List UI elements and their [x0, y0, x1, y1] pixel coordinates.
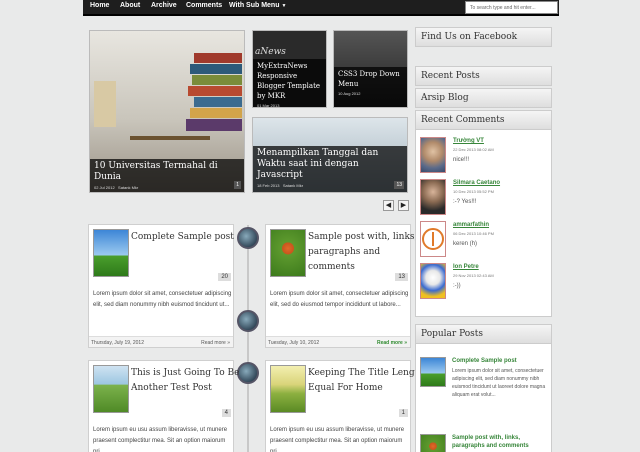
- commenter-name[interactable]: Ion Petre: [453, 264, 479, 270]
- slide-author: Satank Mkr: [282, 183, 304, 188]
- slider-prev-button[interactable]: ◀: [383, 200, 394, 211]
- comment-item: Ion Petre 29 Nov 2013 02:43 AM :-)): [420, 263, 548, 307]
- comment-date: 22 Dec 2013 08:02 AM: [453, 147, 494, 152]
- slide-meta: 18 Feb 2013 Satank Mkr: [257, 183, 403, 188]
- comment-text: keren (h): [453, 241, 478, 247]
- post-title[interactable]: Keeping The Title Length Equal For Home: [308, 366, 428, 396]
- widget-title[interactable]: Recent Posts: [416, 67, 551, 86]
- post-comment-count[interactable]: 1: [398, 409, 408, 417]
- slider-main[interactable]: 10 Universitas Termahal di Dunia 02 Jul …: [89, 30, 245, 193]
- slide-title: Menampilkan Tanggal dan Waktu saat ini d…: [257, 148, 379, 180]
- top-navigation: Home About Archive Comments With Sub Men…: [83, 0, 559, 16]
- slide-date: 02 Jul 2012: [94, 185, 115, 190]
- post-thumbnail[interactable]: [93, 365, 129, 413]
- nav-archive[interactable]: Archive: [151, 2, 177, 9]
- post-excerpt: Lorem ipsum eu usu assum liberavisse, ut…: [93, 427, 228, 452]
- popular-post-title[interactable]: Complete Sample post: [452, 357, 548, 365]
- post-title[interactable]: This is Just Going To Be Another Test Po…: [131, 366, 251, 396]
- comment-date: 29 Nov 2013 02:43 AM: [453, 273, 494, 278]
- avatar[interactable]: [420, 221, 446, 257]
- avatar[interactable]: [420, 137, 446, 173]
- nav-with-sub-menu[interactable]: With Sub Menu ▼: [229, 2, 286, 9]
- post-card: Keeping The Title Length Equal For Home …: [265, 360, 424, 452]
- post-date: Thursday, July 19, 2012: [91, 340, 144, 346]
- comment-text: nice!!!: [453, 157, 470, 163]
- post-comment-count[interactable]: 13: [395, 273, 408, 281]
- popular-post-item: Sample post with, links, paragraphs and …: [420, 434, 548, 452]
- widget-title[interactable]: Recent Comments: [416, 111, 551, 130]
- slider-next-button[interactable]: ▶: [398, 200, 409, 211]
- popular-post-thumbnail[interactable]: [420, 434, 446, 452]
- caret-down-icon: ▼: [281, 3, 287, 9]
- post-card: Complete Sample post 20 Lorem ipsum dolo…: [88, 224, 234, 348]
- read-more-link[interactable]: Read more »: [377, 340, 407, 346]
- post-excerpt: Lorem ipsum eu usu assum liberavisse, ut…: [270, 427, 405, 452]
- widget-recent-posts: Recent Posts: [415, 66, 552, 86]
- widget-popular-posts: Popular Posts Complete Sample post Lorem…: [415, 324, 552, 452]
- slide-date: 10 Aug 2012: [338, 91, 361, 96]
- search-input[interactable]: To search type and hit enter...: [465, 1, 558, 14]
- post-excerpt: Lorem ipsum dolor sit amet, consectetuer…: [93, 291, 232, 308]
- popular-post-title[interactable]: Sample post with, links, paragraphs and …: [452, 434, 548, 450]
- slide-brand: aNews: [255, 47, 286, 57]
- widget-title[interactable]: Find Us on Facebook: [416, 28, 551, 47]
- user-default-icon: [422, 228, 444, 250]
- slide-date: 18 Feb 2013: [257, 183, 280, 188]
- post-date: Tuesday, July 10, 2012: [268, 340, 320, 346]
- comment-date: 10 Dec 2013 05:52 PM: [453, 189, 494, 194]
- post-card: This is Just Going To Be Another Test Po…: [88, 360, 239, 452]
- widget-archive: Arsip Blog: [415, 88, 552, 108]
- nav-home[interactable]: Home: [90, 2, 109, 9]
- comment-item: Trường VT 22 Dec 2013 08:02 AM nice!!!: [420, 137, 548, 181]
- commenter-name[interactable]: Silmara Caetano: [453, 180, 500, 186]
- comment-text: :-? Yes!!!: [453, 199, 477, 205]
- widget-recent-comments: Recent Comments Trường VT 22 Dec 2013 08…: [415, 110, 552, 317]
- popular-post-item: Complete Sample post Lorem ipsum dolor s…: [420, 357, 548, 423]
- slide-meta: 02 Jul 2012 Satank Mkr: [94, 185, 240, 190]
- post-card: Sample post with, links, paragraphs and …: [265, 224, 417, 348]
- read-more-link[interactable]: Read more »: [201, 340, 230, 346]
- widget-title[interactable]: Arsip Blog: [416, 89, 551, 108]
- slide-comment-count: 1: [234, 181, 241, 189]
- slide-date: 01 Mar 2013: [257, 103, 280, 108]
- slider-wide[interactable]: Menampilkan Tanggal dan Waktu saat ini d…: [252, 117, 408, 193]
- comment-item: ammarfathin 06 Dec 2013 10:46 PM keren (…: [420, 221, 548, 265]
- popular-post-excerpt: Lorem ipsum dolor sit amet, consectetuer…: [452, 368, 546, 398]
- post-title[interactable]: Sample post with, links, paragraphs and …: [308, 230, 428, 275]
- comment-item: Silmara Caetano 10 Dec 2013 05:52 PM :-?…: [420, 179, 548, 223]
- slide-title: CSS3 Drop Down Menu: [338, 70, 400, 88]
- post-comment-count[interactable]: 4: [221, 409, 231, 417]
- post-thumbnail[interactable]: [270, 365, 306, 413]
- slide-comment-count: 13: [394, 181, 404, 189]
- commenter-name[interactable]: ammarfathin: [453, 222, 489, 228]
- commenter-name[interactable]: Trường VT: [453, 138, 484, 144]
- post-meta: Thursday, July 19, 2012 Read more »: [89, 336, 233, 347]
- post-title[interactable]: Complete Sample post: [131, 230, 251, 245]
- post-thumbnail[interactable]: [93, 229, 129, 277]
- avatar[interactable]: [420, 179, 446, 215]
- slide-title: 10 Universitas Termahal di Dunia: [94, 161, 218, 182]
- timeline-icon: [237, 310, 259, 332]
- post-comment-count[interactable]: 20: [218, 273, 231, 281]
- post-meta: Tuesday, July 10, 2012 Read more »: [266, 336, 410, 347]
- post-excerpt: Lorem ipsum dolor sit amet, consectetuer…: [270, 291, 409, 308]
- nav-comments[interactable]: Comments: [186, 2, 222, 9]
- slider-small-2[interactable]: CSS3 Drop Down Menu 10 Aug 2012: [333, 30, 408, 108]
- comment-date: 06 Dec 2013 10:46 PM: [453, 231, 494, 236]
- timeline-line: [247, 225, 249, 452]
- slide-title: MyExtraNews Responsive Blogger Template …: [257, 62, 321, 100]
- widget-title[interactable]: Popular Posts: [416, 325, 551, 344]
- slide-author: Satank Mkr: [118, 185, 139, 190]
- comment-text: :-)): [453, 283, 461, 289]
- avatar[interactable]: [420, 263, 446, 299]
- widget-facebook: Find Us on Facebook: [415, 27, 552, 47]
- popular-post-thumbnail[interactable]: [420, 357, 446, 387]
- nav-about[interactable]: About: [120, 2, 140, 9]
- nav-sub-menu-label: With Sub Menu: [229, 2, 280, 9]
- post-thumbnail[interactable]: [270, 229, 306, 277]
- slider-small-1[interactable]: aNews MyExtraNews Responsive Blogger Tem…: [252, 30, 327, 108]
